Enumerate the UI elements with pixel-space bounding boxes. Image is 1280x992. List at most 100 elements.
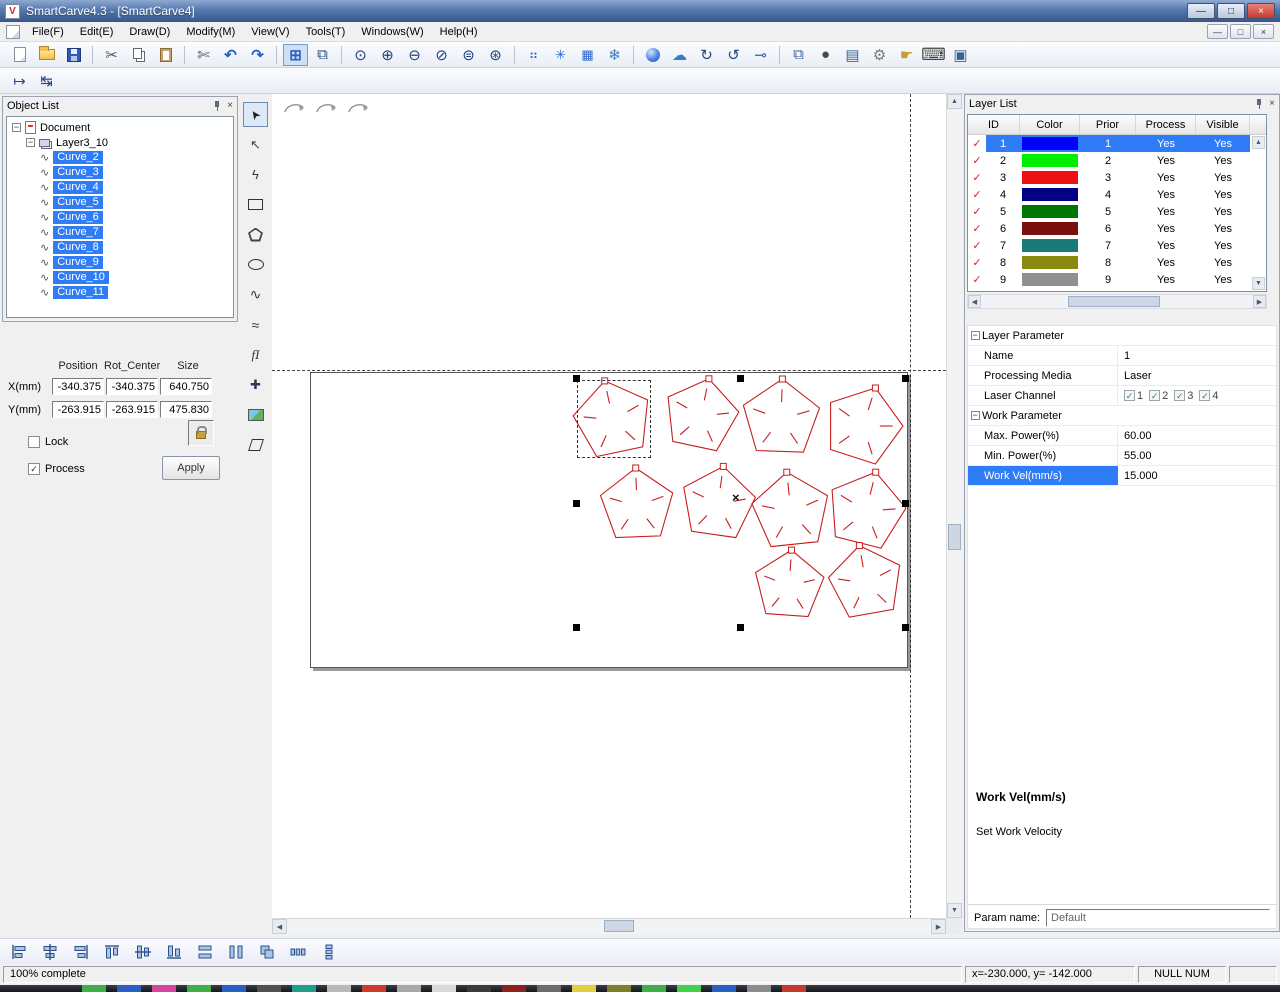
- vertical-scroll-thumb[interactable]: [948, 524, 961, 550]
- layer-prior-cell[interactable]: 2: [1080, 152, 1136, 169]
- layer-process-cell[interactable]: Yes: [1136, 152, 1196, 169]
- align-right-icon[interactable]: [70, 942, 92, 962]
- param-row-work-vel[interactable]: Work Vel(mm/s) 15.000: [968, 466, 1276, 486]
- curve-tool[interactable]: ∿: [243, 282, 268, 307]
- position-y-input[interactable]: [52, 401, 104, 418]
- taskbar-app-tile[interactable]: [257, 985, 281, 992]
- section-work-parameter[interactable]: − Work Parameter: [968, 406, 1276, 426]
- rectangle-tool[interactable]: [243, 192, 268, 217]
- windows-taskbar[interactable]: [0, 985, 1280, 992]
- tree-item-curve[interactable]: ∿ Curve_2: [40, 150, 233, 165]
- layer-color-swatch[interactable]: [1022, 239, 1078, 252]
- taskbar-app-tile[interactable]: [712, 985, 736, 992]
- table-scroll-thumb[interactable]: [1068, 296, 1160, 307]
- object-tree[interactable]: − Document − Layer3_10 ∿ Curve_2 ∿ Curve_3 ∿…: [6, 116, 234, 318]
- paste-icon[interactable]: [153, 44, 178, 66]
- ellipse-tool[interactable]: [243, 252, 268, 277]
- drawing-canvas[interactable]: ×: [272, 94, 946, 918]
- start-node-marker[interactable]: [719, 462, 727, 470]
- channel-4-checkbox[interactable]: ✓: [1199, 390, 1211, 401]
- layer-visible-cell[interactable]: Yes: [1196, 203, 1250, 220]
- snow-icon[interactable]: ❄: [602, 44, 627, 66]
- layer-color-cell[interactable]: [1020, 186, 1080, 203]
- document-window-icon[interactable]: [6, 24, 20, 39]
- column-id[interactable]: ID: [968, 115, 1020, 134]
- menu-help[interactable]: Help(H): [432, 23, 486, 41]
- layer-process-cell[interactable]: Yes: [1136, 169, 1196, 186]
- scroll-down-icon[interactable]: ▼: [947, 903, 962, 918]
- undo-icon[interactable]: ↶: [218, 44, 243, 66]
- collapse-icon[interactable]: −: [970, 331, 980, 340]
- layer-color-cell[interactable]: [1020, 135, 1080, 152]
- taskbar-app-tile[interactable]: [292, 985, 316, 992]
- rot-center-x-input[interactable]: [106, 378, 158, 395]
- collapse-icon[interactable]: −: [12, 123, 21, 132]
- layer-row[interactable]: ✓ 6 6 Yes Yes: [968, 220, 1266, 237]
- selection-handle[interactable]: [902, 375, 909, 382]
- zoom-ratio-icon[interactable]: ⊛: [483, 44, 508, 66]
- tree-item-curve[interactable]: ∿ Curve_5: [40, 195, 233, 210]
- layer-process-cell[interactable]: Yes: [1136, 254, 1196, 271]
- freehand-tool[interactable]: ≈: [243, 312, 268, 337]
- layer-visible-cell[interactable]: Yes: [1196, 186, 1250, 203]
- param-value[interactable]: 15.000: [1118, 466, 1276, 485]
- layer-prior-cell[interactable]: 8: [1080, 254, 1136, 271]
- matrix-array-icon[interactable]: ▦: [575, 44, 600, 66]
- column-color[interactable]: Color: [1020, 115, 1080, 134]
- save-icon[interactable]: [61, 44, 86, 66]
- menu-tools[interactable]: Tools(T): [298, 23, 354, 41]
- taskbar-app-tile[interactable]: [747, 985, 771, 992]
- layer-id-cell[interactable]: 1: [986, 135, 1020, 152]
- zoom-window-icon[interactable]: ⊙: [348, 44, 373, 66]
- selection-handle[interactable]: [737, 624, 744, 631]
- layer-id-cell[interactable]: 5: [986, 203, 1020, 220]
- pentagon-shape[interactable]: [827, 544, 901, 618]
- taskbar-app-tile[interactable]: [187, 985, 211, 992]
- layer-color-cell[interactable]: [1020, 152, 1080, 169]
- nudge-array-icon[interactable]: ⠶: [521, 44, 546, 66]
- selection-handle[interactable]: [573, 624, 580, 631]
- layer-visible-cell[interactable]: Yes: [1196, 152, 1250, 169]
- rotate-ccw-icon[interactable]: ↺: [721, 44, 746, 66]
- start-node-marker[interactable]: [871, 384, 879, 392]
- burst-array-icon[interactable]: ✳: [548, 44, 573, 66]
- trim-icon[interactable]: ✄: [191, 44, 216, 66]
- mdi-close-button[interactable]: ×: [1253, 24, 1274, 39]
- layer-row[interactable]: ✓ 4 4 Yes Yes: [968, 186, 1266, 203]
- layer-enabled-check-icon[interactable]: ✓: [972, 256, 981, 269]
- polygon-tool[interactable]: [243, 222, 268, 247]
- layer-id-cell[interactable]: 7: [986, 237, 1020, 254]
- layer-visible-cell[interactable]: Yes: [1196, 237, 1250, 254]
- layer-enabled-check-icon[interactable]: ✓: [972, 222, 981, 235]
- param-value[interactable]: 55.00: [1118, 446, 1276, 465]
- taskbar-app-tile[interactable]: [397, 985, 421, 992]
- tree-item-curve[interactable]: ∿ Curve_3: [40, 165, 233, 180]
- screen-copy-icon[interactable]: ▤: [840, 44, 865, 66]
- layer-color-cell[interactable]: [1020, 237, 1080, 254]
- start-node-marker[interactable]: [705, 375, 713, 383]
- param-value[interactable]: 60.00: [1118, 426, 1276, 445]
- zoom-page-icon[interactable]: ⧉: [310, 44, 335, 66]
- layer-visible-cell[interactable]: Yes: [1196, 169, 1250, 186]
- same-width-icon[interactable]: [194, 942, 216, 962]
- taskbar-app-tile[interactable]: [782, 985, 806, 992]
- same-height-icon[interactable]: [225, 942, 247, 962]
- layer-id-cell[interactable]: 8: [986, 254, 1020, 271]
- menu-modify[interactable]: Modify(M): [178, 23, 243, 41]
- layer-id-cell[interactable]: 4: [986, 186, 1020, 203]
- panel-close-icon[interactable]: ×: [227, 100, 233, 111]
- layer-prior-cell[interactable]: 6: [1080, 220, 1136, 237]
- layer-enabled-check-icon[interactable]: ✓: [972, 137, 981, 150]
- panel-close-icon[interactable]: ×: [1269, 98, 1275, 109]
- redo-icon[interactable]: ↷: [245, 44, 270, 66]
- mdi-restore-button[interactable]: □: [1230, 24, 1251, 39]
- layer-prior-cell[interactable]: 5: [1080, 203, 1136, 220]
- rotation-center-marker[interactable]: ×: [732, 491, 740, 504]
- param-row-laser-channel[interactable]: Laser Channel ✓ 1 ✓ 2 ✓ 3 ✓ 4: [968, 386, 1276, 406]
- layer-process-cell[interactable]: Yes: [1136, 237, 1196, 254]
- layer-row[interactable]: ✓ 1 1 Yes Yes: [968, 135, 1266, 152]
- layer-color-cell[interactable]: [1020, 203, 1080, 220]
- layer-color-cell[interactable]: [1020, 254, 1080, 271]
- layer-row[interactable]: ✓ 2 2 Yes Yes: [968, 152, 1266, 169]
- layer-color-cell[interactable]: [1020, 220, 1080, 237]
